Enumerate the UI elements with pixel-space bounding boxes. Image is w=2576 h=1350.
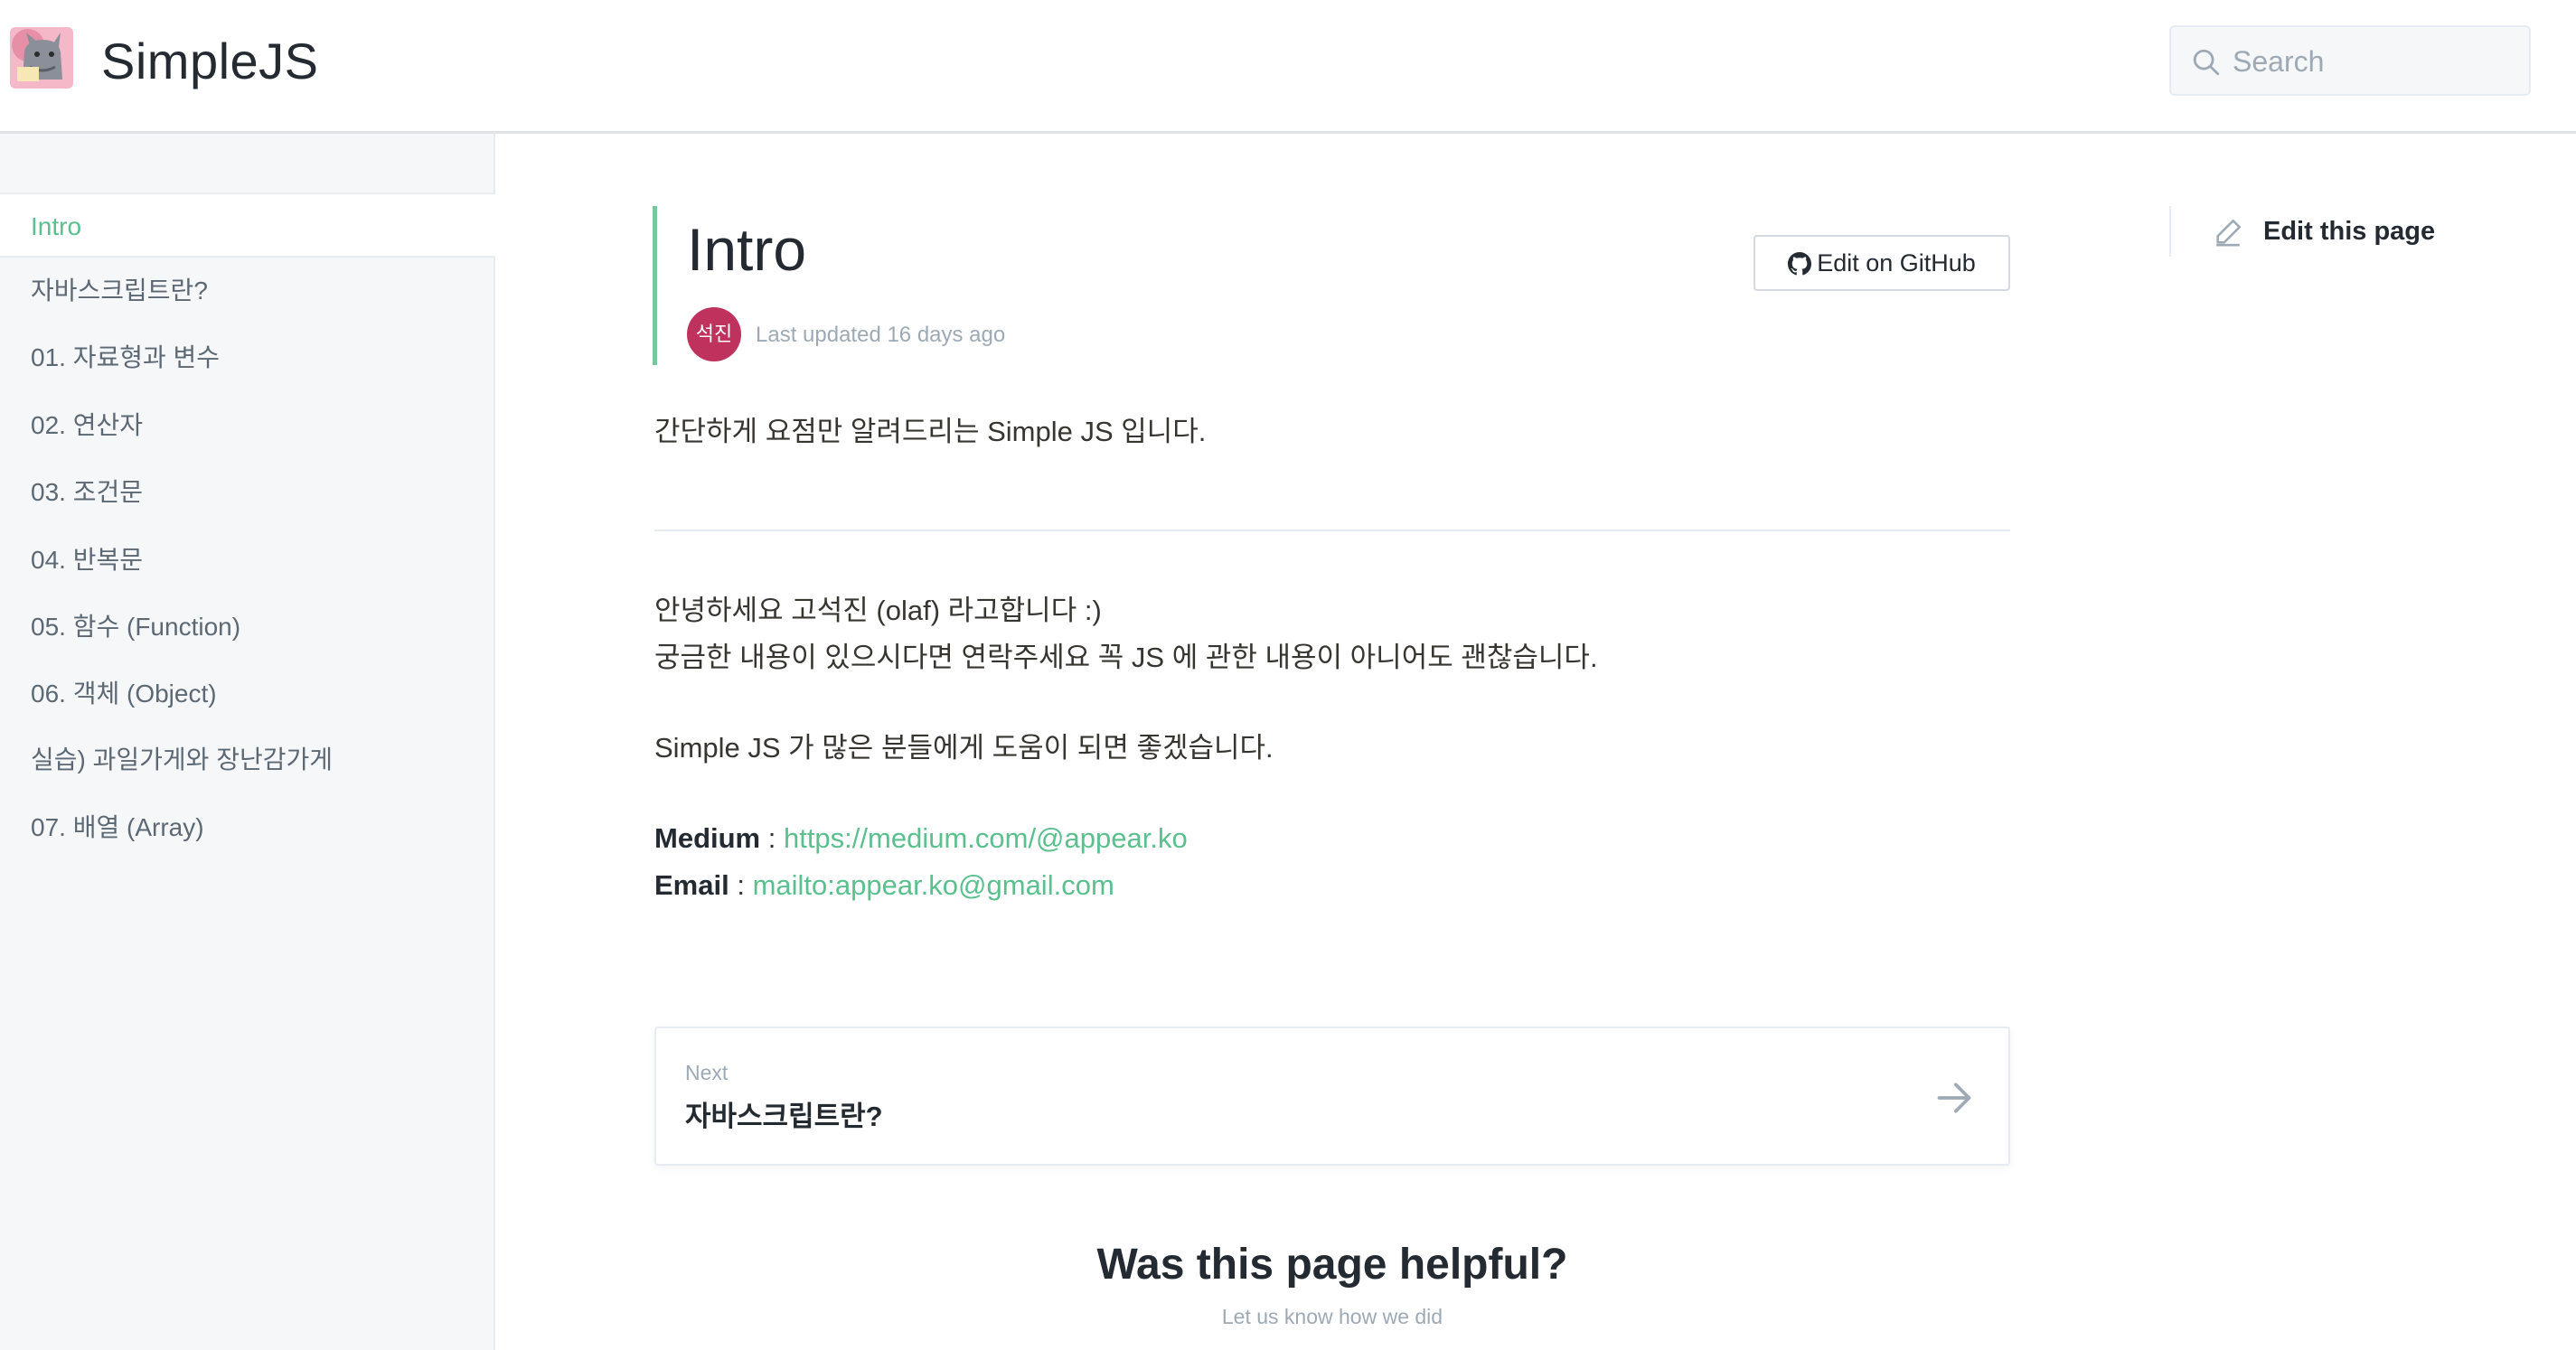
email-link[interactable]: mailto:appear.ko@gmail.com — [753, 869, 1114, 901]
page-title: Intro — [687, 216, 807, 283]
last-updated-text: Last updated 16 days ago — [756, 323, 1006, 347]
content-divider — [654, 530, 2010, 531]
paragraph-greeting: 안녕하세요 고석진 (olaf) 라고합니다 :) — [654, 595, 1102, 626]
medium-label: Medium — [654, 822, 761, 854]
logo-icon[interactable] — [10, 27, 73, 89]
sidebar-item-functions[interactable]: 05. 함수 (Function) — [0, 595, 495, 660]
email-line: Email : mailto:appear.ko@gmail.com — [654, 862, 1114, 909]
email-separator: : — [729, 869, 753, 901]
medium-link[interactable]: https://medium.com/@appear.ko — [784, 822, 1188, 854]
edit-this-page-label: Edit this page — [2263, 217, 2436, 246]
sidebar-item-operators[interactable]: 02. 연산자 — [0, 393, 495, 458]
top-header: SimpleJS — [0, 0, 2576, 134]
sidebar-item-loops[interactable]: 04. 반복문 — [0, 528, 495, 593]
search-input[interactable] — [2231, 36, 2520, 87]
site-title[interactable]: SimpleJS — [101, 27, 319, 96]
github-icon — [1788, 252, 1812, 276]
email-label: Email — [654, 869, 729, 901]
intro-line: 간단하게 요점만 알려드리는 Simple JS 입니다. — [654, 416, 1207, 447]
sidebar-item-intro[interactable]: Intro — [0, 192, 495, 258]
medium-line: Medium : https://medium.com/@appear.ko — [654, 815, 1188, 862]
edit-on-github-label: Edit on GitHub — [1817, 249, 1976, 277]
sidebar-item-what-is-javascript[interactable]: 자바스크립트란? — [0, 258, 495, 323]
author-avatar[interactable]: 석진 — [687, 307, 741, 361]
sidebar-item-arrays[interactable]: 07. 배열 (Array) — [0, 795, 495, 860]
feedback-subtitle: Let us know how we did — [1221, 1305, 1443, 1328]
next-label: Next — [685, 1061, 729, 1084]
pencil-icon — [2216, 219, 2242, 247]
sidebar-item-types-and-variables[interactable]: 01. 자료형과 변수 — [0, 325, 495, 390]
search-icon — [2193, 49, 2220, 76]
paragraph-contact: 궁금한 내용이 있으시다면 연락주세요 꼭 JS 에 관한 내용이 아니어도 괜… — [654, 642, 1598, 673]
edit-this-page-link[interactable]: Edit this page — [2169, 206, 2440, 257]
sidebar: Intro 자바스크립트란? 01. 자료형과 변수 02. 연산자 03. 조… — [0, 134, 495, 1350]
next-page-card[interactable]: Next 자바스크립트란? — [654, 1027, 2010, 1166]
sidebar-item-practice-shop[interactable]: 실습) 과일가게와 장난감가게 — [0, 727, 495, 792]
medium-separator: : — [760, 822, 784, 854]
arrow-right-icon — [1937, 1083, 1971, 1113]
sidebar-item-conditionals[interactable]: 03. 조건문 — [0, 460, 495, 525]
next-title: 자바스크립트란? — [685, 1101, 883, 1132]
search-box[interactable] — [2169, 25, 2531, 96]
title-accent-bar — [653, 206, 657, 365]
feedback-title: Was this page helpful? — [1096, 1241, 1568, 1289]
edit-on-github-button[interactable]: Edit on GitHub — [1753, 235, 2010, 291]
paragraph-hope: Simple JS 가 많은 분들에게 도움이 되면 좋겠습니다. — [654, 732, 1274, 764]
sidebar-item-objects[interactable]: 06. 객체 (Object) — [0, 661, 495, 727]
